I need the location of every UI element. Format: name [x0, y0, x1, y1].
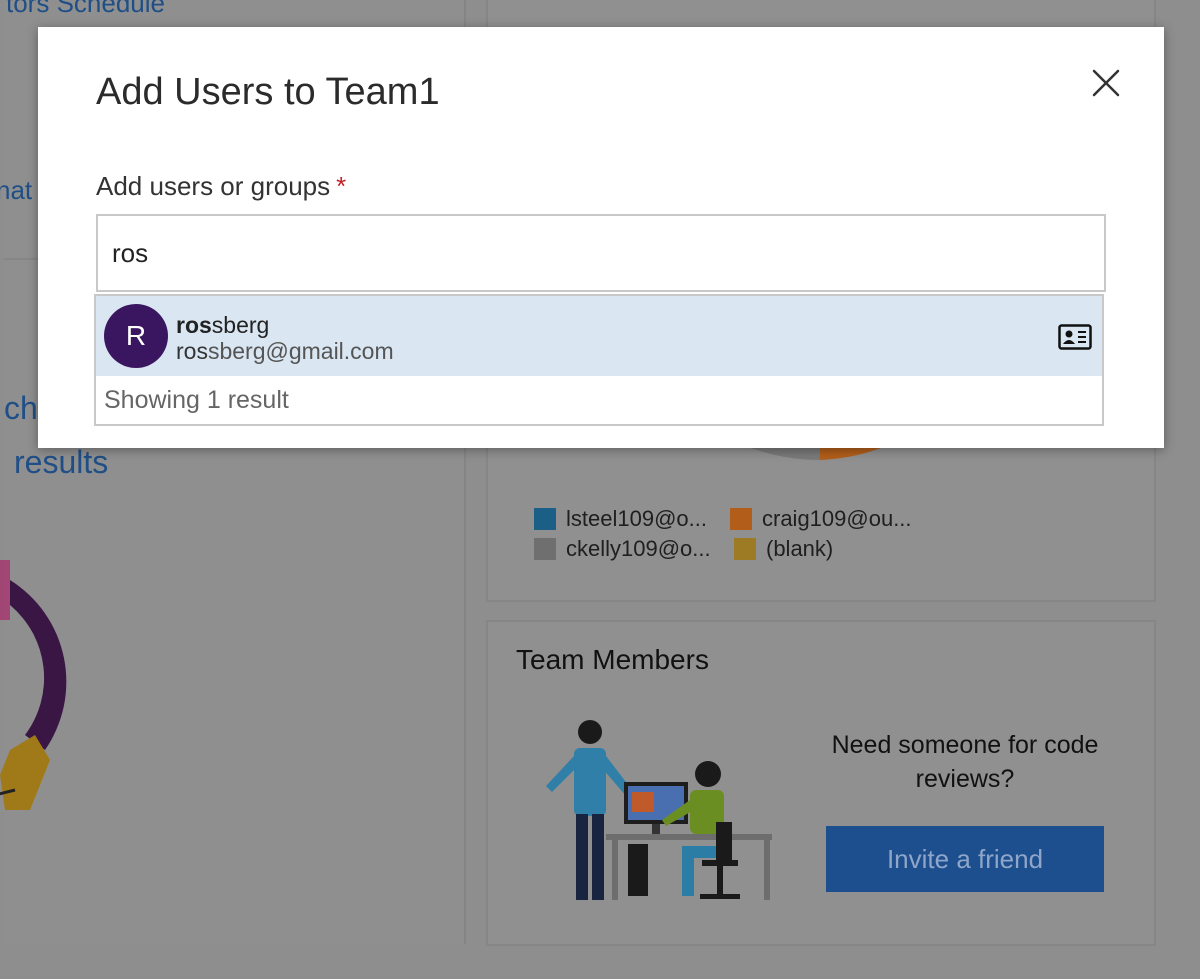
users-field-label: Add users or groups * — [96, 171, 346, 202]
team-members-title: Team Members — [516, 644, 709, 675]
side-link[interactable]: nat — [0, 175, 32, 206]
legend-label: lsteel109@o... — [566, 506, 707, 531]
legend-item: craig109@ou... — [730, 506, 912, 532]
legend-label: craig109@ou... — [762, 506, 912, 531]
users-search-input[interactable] — [96, 214, 1106, 292]
legend-swatch — [534, 538, 556, 560]
users-field-label-text: Add users or groups — [96, 171, 331, 201]
email-rest-text: sberg@gmail.com — [207, 338, 394, 364]
legend-item: lsteel109@o... — [534, 506, 707, 532]
legend-label: (blank) — [766, 536, 834, 561]
team-illustration — [546, 720, 772, 900]
dialog-title: Add Users to Team1 — [96, 71, 440, 113]
contact-card-icon[interactable] — [1058, 324, 1092, 350]
close-button[interactable] — [1088, 65, 1124, 101]
legend-swatch — [730, 508, 752, 530]
legend-label: ckelly109@o... — [566, 536, 711, 561]
add-users-dialog: Add Users to Team1 Add users or groups * … — [38, 27, 1164, 448]
email-match-text: ros — [176, 338, 208, 364]
legend-swatch — [734, 538, 756, 560]
name-match-text: ros — [176, 312, 212, 338]
invite-friend-button[interactable]: Invite a friend — [826, 826, 1104, 892]
suggestion-email: rossberg@gmail.com — [176, 338, 394, 365]
legend-item: ckelly109@o... — [534, 536, 711, 562]
required-marker: * — [336, 171, 347, 201]
left-heading-line1: ch — [4, 390, 38, 426]
suggestion-dropdown: R rossberg rossberg@gmail.com Showing 1 … — [94, 294, 1104, 426]
result-count: Showing 1 result — [104, 386, 289, 414]
schedule-link[interactable]: tors Schedule — [6, 0, 165, 19]
name-rest-text: sberg — [211, 312, 270, 338]
legend-item: (blank) — [734, 536, 833, 562]
suggestion-item[interactable]: R rossberg rossberg@gmail.com — [96, 296, 1102, 376]
close-icon[interactable] — [1088, 65, 1124, 101]
avatar: R — [104, 304, 168, 368]
suggestion-name: rossberg — [176, 312, 269, 339]
left-heading-line2: results — [14, 444, 109, 480]
legend-swatch — [534, 508, 556, 530]
gauge-chart — [0, 560, 67, 810]
team-members-prompt: Need someone for code reviews? — [831, 731, 1099, 793]
